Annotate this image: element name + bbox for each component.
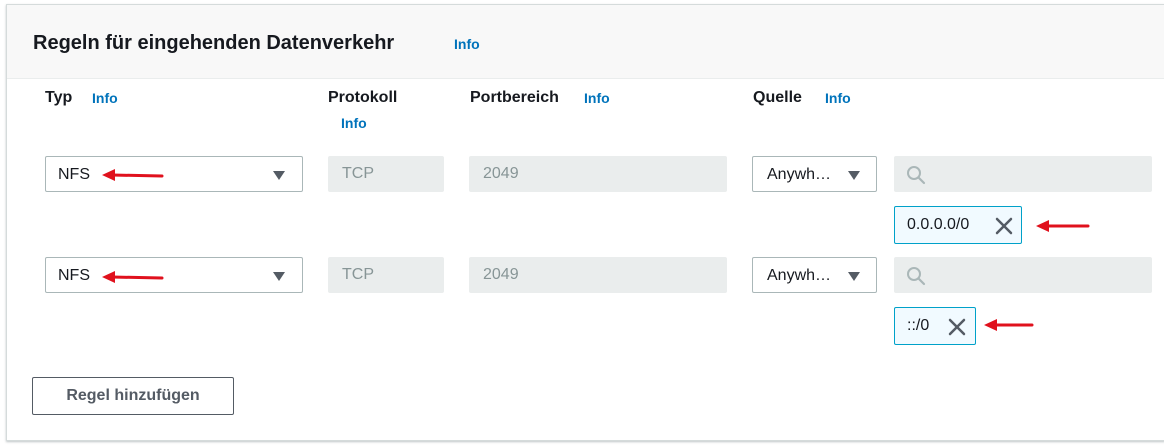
rule-2-cidr-search-input[interactable] [894, 257, 1152, 293]
rule-2-cidr-value: ::/0 [907, 317, 930, 334]
rule-2-protocol-field: TCP [328, 257, 444, 293]
rule-1-port-range-field: 2049 [469, 156, 727, 192]
port-range-info-link[interactable]: Info [584, 90, 610, 106]
column-header-source: Quelle [753, 89, 802, 106]
rule-1-type-select[interactable]: NFS [45, 156, 303, 192]
rule-1-cidr-search-input[interactable] [894, 156, 1152, 192]
rule-2-type-value: NFS [58, 267, 90, 284]
column-header-protocol: Protokoll [328, 89, 398, 106]
search-icon [907, 166, 926, 185]
add-rule-button[interactable]: Regel hinzufügen [32, 377, 234, 415]
rule-1-type-value: NFS [58, 166, 90, 183]
panel-header: Regeln für eingehenden Datenverkehr Info [7, 5, 1164, 79]
caret-down-icon [848, 272, 860, 281]
column-header-port-range: Portbereich [470, 89, 559, 106]
annotation-arrow-icon [102, 169, 164, 181]
rule-1-source-select[interactable]: Anywh… [752, 156, 877, 192]
type-info-link[interactable]: Info [92, 90, 118, 106]
rule-2-port-range-value: 2049 [483, 266, 519, 283]
rule-1-source-value: Anywh… [767, 166, 832, 183]
annotation-arrow-icon [1036, 220, 1090, 232]
rule-2-source-select[interactable]: Anywh… [752, 257, 877, 293]
rule-2-protocol-value: TCP [342, 266, 374, 283]
caret-down-icon [273, 272, 285, 281]
section-info-link[interactable]: Info [454, 36, 480, 52]
annotation-arrow-icon [102, 271, 164, 283]
caret-down-icon [848, 171, 860, 180]
rule-1-port-range-value: 2049 [483, 165, 519, 182]
rule-1-cidr-token: 0.0.0.0/0 [894, 206, 1022, 244]
column-header-type: Typ [45, 89, 73, 106]
search-icon [907, 267, 926, 286]
caret-down-icon [273, 171, 285, 180]
rule-1-cidr-value: 0.0.0.0/0 [907, 216, 970, 233]
rule-2-port-range-field: 2049 [469, 257, 727, 293]
rule-2-source-value: Anywh… [767, 267, 832, 284]
rule-1-protocol-value: TCP [342, 165, 374, 182]
annotation-arrow-icon [984, 319, 1034, 331]
section-title: Regeln für eingehenden Datenverkehr [33, 32, 395, 54]
rule-2-type-select[interactable]: NFS [45, 257, 303, 293]
source-info-link[interactable]: Info [825, 90, 851, 106]
protocol-info-link[interactable]: Info [341, 115, 367, 131]
rule-1-protocol-field: TCP [328, 156, 444, 192]
rule-2-cidr-token: ::/0 [894, 307, 976, 345]
close-icon[interactable] [947, 317, 967, 337]
close-icon[interactable] [994, 216, 1014, 236]
